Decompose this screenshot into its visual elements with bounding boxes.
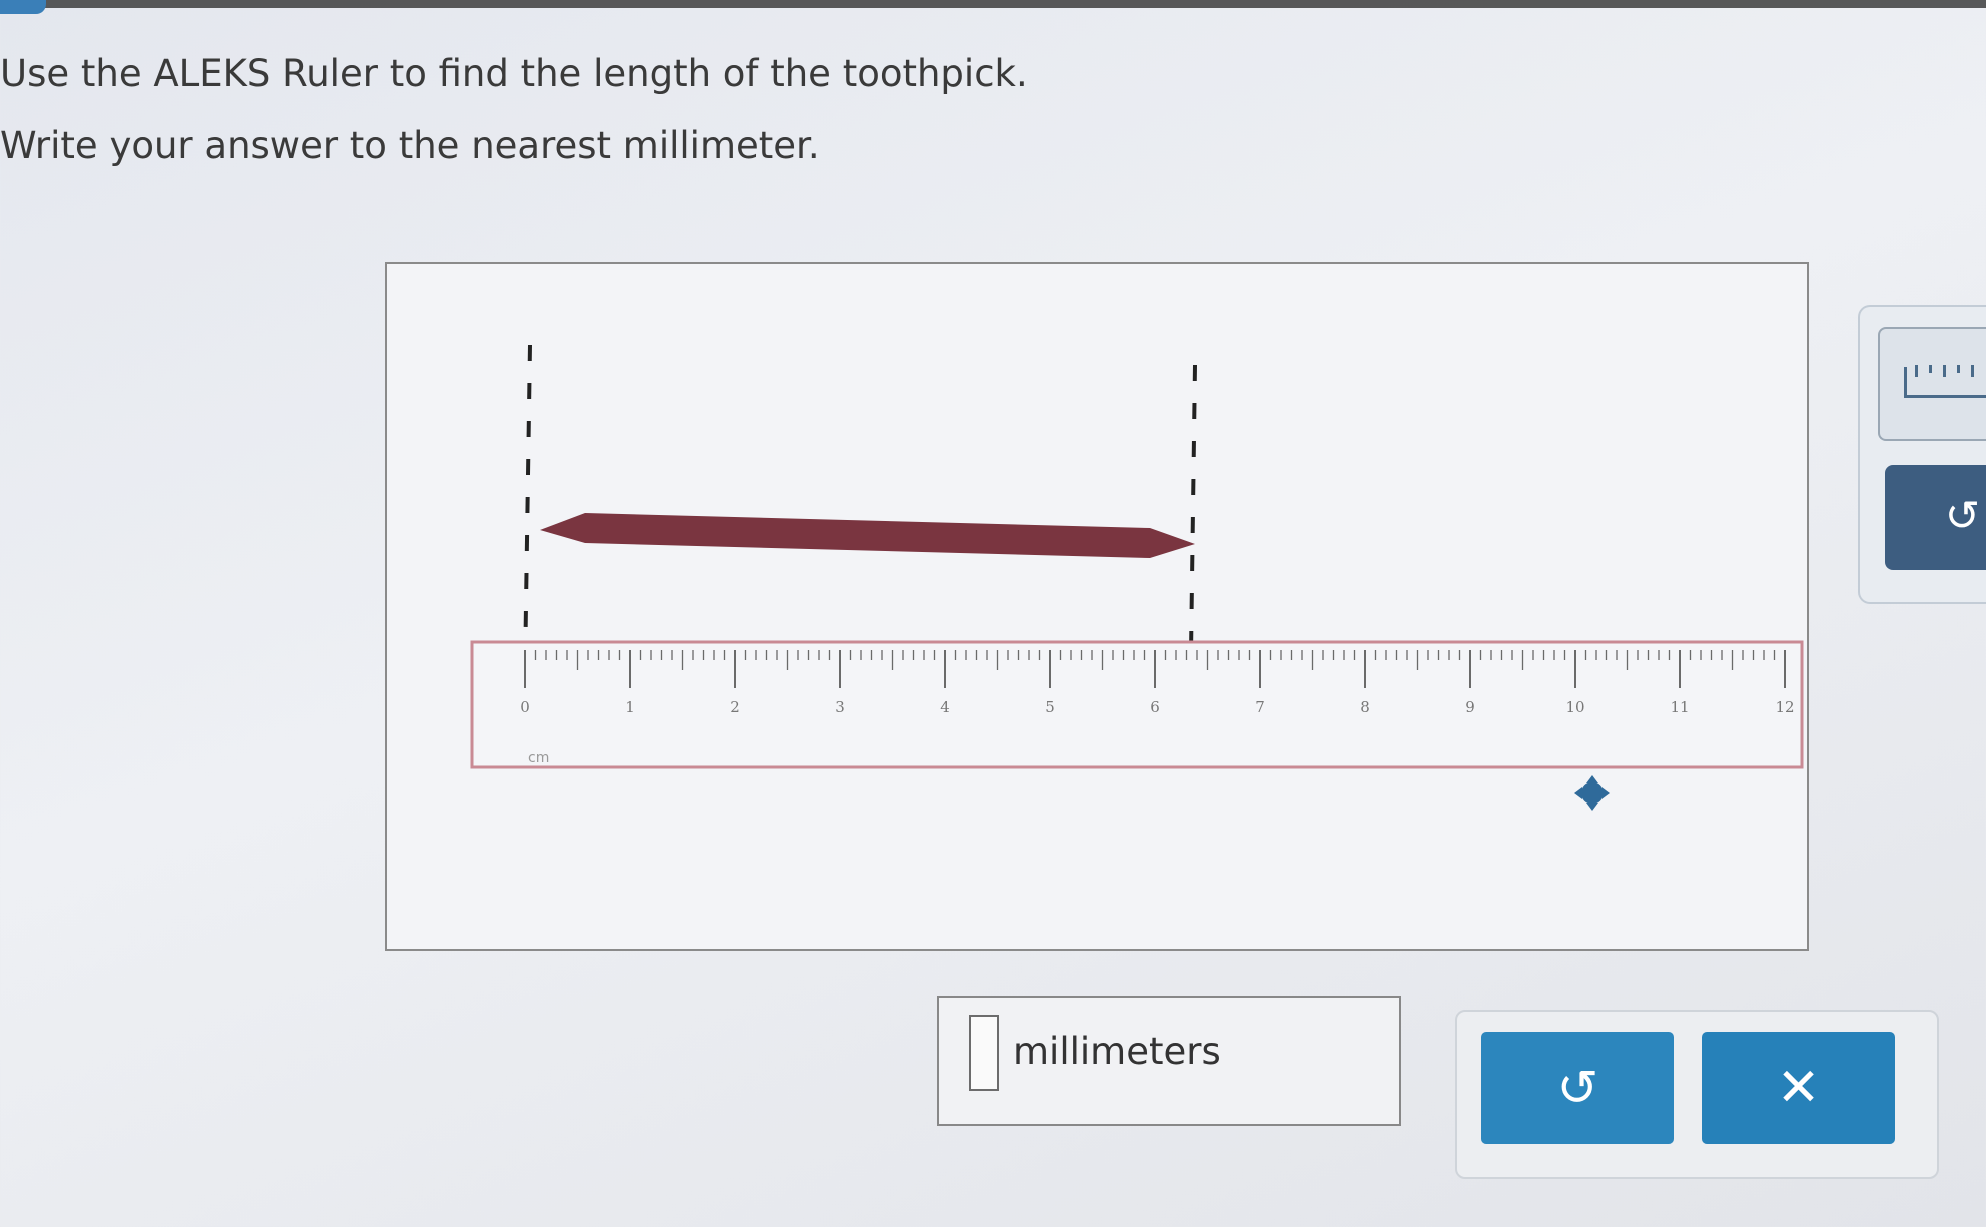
ruler-tick-label: 9 [1465, 698, 1475, 716]
ruler-tick-label: 11 [1670, 698, 1689, 716]
ruler-tick-label: 3 [835, 698, 845, 716]
left-guide-line [523, 344, 532, 671]
ruler-tick-label: 5 [1045, 698, 1055, 716]
ruler-tick-label: 12 [1775, 698, 1794, 716]
action-button-panel: ↺ ✕ [1455, 1010, 1939, 1179]
answer-unit-label: millimeters [1013, 1030, 1221, 1073]
ruler-tick-label: 0 [520, 698, 530, 716]
close-icon: ✕ [1776, 1058, 1821, 1118]
ruler-icon [1904, 365, 1986, 398]
ruler-tick-label: 6 [1150, 698, 1160, 716]
tool-undo-button[interactable]: ↺ [1885, 465, 1986, 570]
answer-box: millimeters [937, 996, 1401, 1126]
move-handle-icon[interactable] [1574, 775, 1610, 811]
toothpick [540, 513, 1195, 558]
ruler-tick-label: 7 [1255, 698, 1265, 716]
undo-icon: ↺ [1556, 1059, 1599, 1117]
ruler[interactable]: 0 1 2 3 4 5 6 7 8 9 10 11 12 cm [470, 640, 1804, 769]
ruler-unit-label: cm [528, 750, 549, 766]
ruler-tool-button[interactable] [1878, 327, 1986, 441]
ruler-tick-label: 4 [940, 698, 950, 716]
undo-button[interactable]: ↺ [1481, 1032, 1674, 1144]
ruler-tick-label: 8 [1360, 698, 1370, 716]
ruler-tick-label: 2 [730, 698, 740, 716]
answer-input[interactable] [969, 1015, 999, 1091]
ruler-tick-label: 10 [1565, 698, 1584, 716]
ruler-body[interactable] [470, 640, 1804, 769]
undo-icon: ↺ [1944, 491, 1980, 540]
clear-button[interactable]: ✕ [1702, 1032, 1895, 1144]
ruler-tick-label: 1 [625, 698, 635, 716]
